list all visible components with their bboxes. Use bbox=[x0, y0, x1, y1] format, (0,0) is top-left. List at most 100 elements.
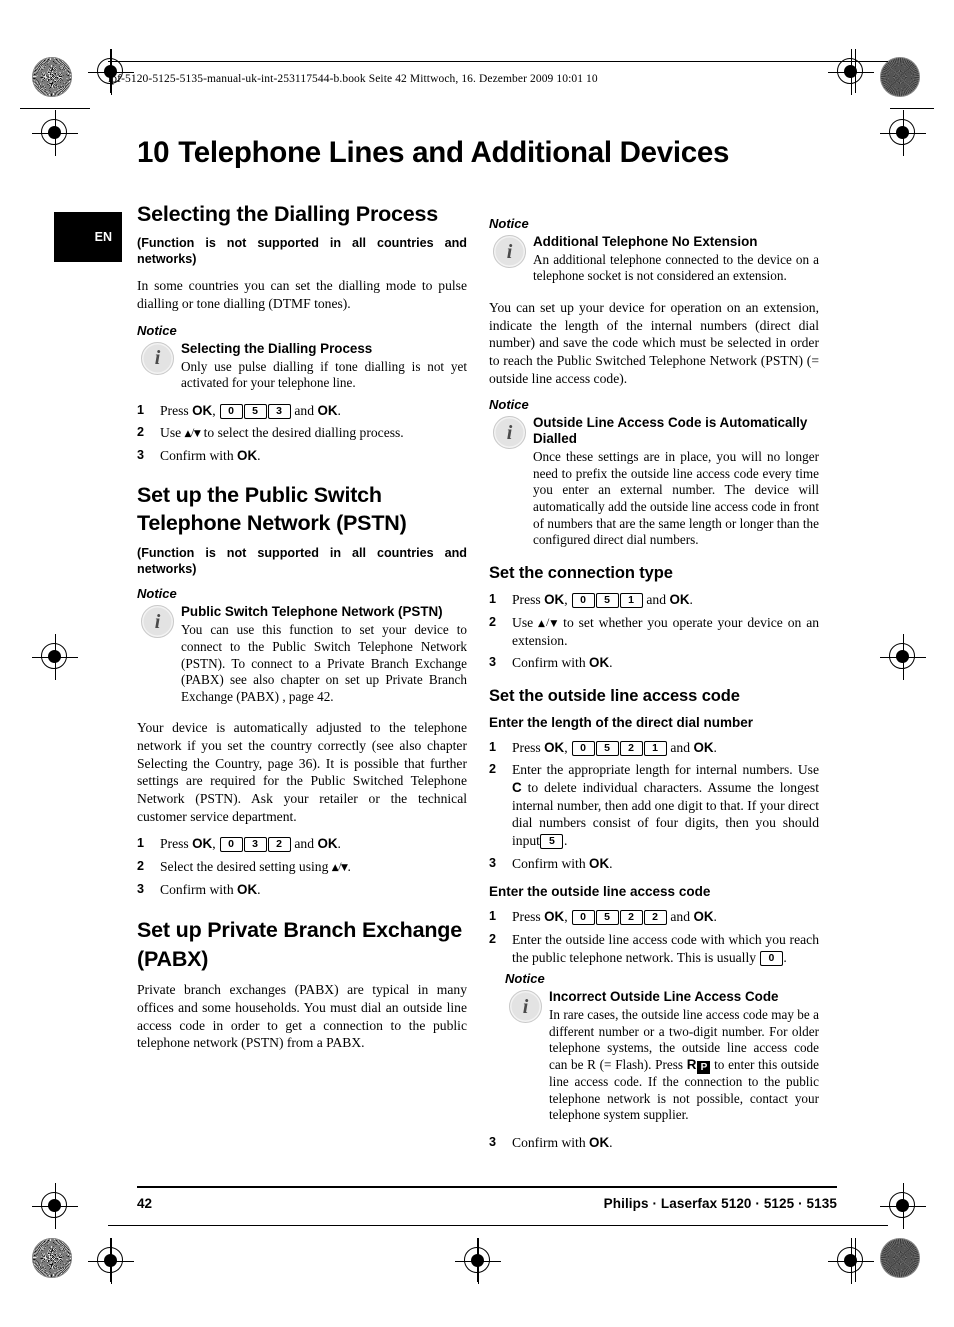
step-number: 3 bbox=[137, 448, 145, 463]
notice-title: Selecting the Dialling Process bbox=[181, 340, 373, 356]
keycap: 5 bbox=[595, 910, 619, 926]
footer-brand: Philips · Laserfax 5120 · 5125 · 5135 bbox=[603, 1196, 837, 1211]
steps-enter-outside-line-access-code: 1 Press OK, 0522 and OK. 2 Enter the outsi… bbox=[489, 908, 819, 966]
ok-key-label: OK bbox=[544, 739, 565, 755]
keycap: 0 bbox=[219, 403, 243, 419]
steps-setup-pstn: 1 Press OK, 032 and OK. 2 Select the desir… bbox=[137, 835, 467, 898]
step-text: Enter the appropriate length for interna… bbox=[512, 762, 819, 778]
step-text: Press bbox=[160, 836, 193, 852]
document-page: lpf-5120-5125-5135-manual-uk-int-2531175… bbox=[0, 0, 954, 1327]
notice-label: Notice bbox=[137, 586, 177, 602]
ok-key-label: OK bbox=[589, 655, 610, 671]
step-text: Confirm with bbox=[160, 448, 238, 464]
notice-label: Notice bbox=[489, 216, 529, 231]
notice-label: Notice bbox=[505, 971, 545, 987]
ok-key-label: OK bbox=[669, 592, 690, 608]
step-text: Press bbox=[512, 739, 545, 755]
step-number: 1 bbox=[489, 592, 497, 607]
heading-enter-outside-line-access-code: Enter the outside line access code bbox=[489, 884, 711, 900]
language-tab: EN bbox=[54, 212, 122, 262]
body-device-auto-adjust: Your device is automatically adjusted to… bbox=[137, 720, 467, 824]
registration-mark-left-upper bbox=[32, 110, 78, 156]
intro-dialling-mode: In some countries you can set the dialli… bbox=[137, 278, 467, 312]
step-number: 1 bbox=[137, 836, 145, 851]
ok-key-label: OK bbox=[192, 836, 213, 852]
step-text: to set whether you operate your device o… bbox=[512, 615, 820, 648]
registration-mark-right-middle bbox=[880, 634, 926, 680]
notice-additional-telephone-no-extension: Notice i Additional Telephone No Extensi… bbox=[489, 216, 819, 285]
step-number: 2 bbox=[489, 931, 497, 946]
step-number: 1 bbox=[489, 909, 497, 924]
registration-star-top-left bbox=[32, 57, 72, 97]
step-item: 2 Use ▲/▼ to set whether you operate your… bbox=[489, 614, 819, 649]
heading-selecting-dialling-process: Selecting the Dialling Process bbox=[137, 202, 439, 226]
notice-text: An additional telephone connected to the… bbox=[533, 251, 819, 284]
step-item: 3 Confirm with OK. bbox=[137, 447, 467, 465]
steps-set-connection-type: 1 Press OK, 051 and OK. 2 Use ▲/▼ to set w… bbox=[489, 591, 819, 672]
info-icon: i bbox=[141, 605, 174, 639]
step-item: 2 Use ▲/▼ to select the desired dialling … bbox=[137, 424, 467, 442]
step-text: Confirm with bbox=[512, 855, 590, 871]
print-slug: lpf-5120-5125-5135-manual-uk-int-2531175… bbox=[108, 73, 598, 85]
step-item: 1 Press OK, 0522 and OK. bbox=[489, 908, 819, 926]
steps-confirm-outside-line-access-code: 3 Confirm with OK. bbox=[489, 1134, 819, 1152]
step-text: . bbox=[337, 836, 341, 852]
keycap: 2 bbox=[619, 910, 643, 926]
notice-label: Notice bbox=[489, 397, 529, 413]
trim-line-top bbox=[108, 61, 888, 63]
body-extension-setup: You can set up your device for operation… bbox=[489, 300, 819, 386]
step-text: and bbox=[667, 739, 694, 755]
step-number: 3 bbox=[489, 655, 497, 670]
step-text: . bbox=[689, 592, 693, 608]
step-text: , bbox=[564, 739, 571, 755]
step-text: . bbox=[713, 909, 717, 925]
trim-line-left-upper bbox=[20, 108, 90, 110]
notice-text: In rare cases, the outside line access c… bbox=[549, 1007, 819, 1124]
steps-enter-length-direct-dial: 1 Press OK, 0521 and OK. 2 Enter the appro… bbox=[489, 739, 819, 873]
notice-outside-line-access-code-auto: Notice i Outside Line Access Code is Aut… bbox=[489, 397, 819, 548]
step-text: Confirm with bbox=[512, 655, 590, 671]
info-icon: i bbox=[493, 235, 526, 268]
ok-key-label: OK bbox=[544, 909, 565, 925]
step-text: Confirm with bbox=[512, 1134, 590, 1150]
up-down-arrows-icon: ▲/▼ bbox=[331, 859, 348, 874]
note-function-not-supported-2: (Function is not supported in all countr… bbox=[137, 545, 467, 576]
step-number: 2 bbox=[489, 762, 497, 777]
registration-mark-right-lower bbox=[880, 1183, 926, 1229]
registration-star-bottom-right bbox=[880, 1238, 920, 1278]
registration-star-top-right bbox=[880, 57, 920, 97]
notice-public-switch-telephone-network: Notice i Public Switch Telephone Network… bbox=[137, 586, 467, 705]
heading-setup-pstn: Set up the Public Switch Telephone Netwo… bbox=[137, 482, 407, 536]
step-number: 1 bbox=[489, 739, 497, 754]
keycap: 1 bbox=[643, 740, 667, 756]
step-text: Press bbox=[512, 909, 545, 925]
step-item: 1 Press OK, 051 and OK. bbox=[489, 591, 819, 609]
step-number: 2 bbox=[137, 425, 145, 440]
ok-key-label: OK bbox=[237, 448, 258, 464]
page-title: 10 Telephone Lines and Additional Devices bbox=[137, 137, 837, 169]
keycap: 2 bbox=[619, 740, 643, 756]
ok-key-label: OK bbox=[237, 881, 258, 897]
info-icon: i bbox=[493, 416, 526, 450]
keycap: 3 bbox=[243, 837, 267, 853]
step-item: 3 Confirm with OK. bbox=[489, 855, 819, 873]
step-text: and bbox=[643, 592, 670, 608]
step-text: and bbox=[667, 909, 694, 925]
note-function-not-supported-1: (Function is not supported in all countr… bbox=[137, 236, 467, 267]
up-down-arrows-icon: ▲/▼ bbox=[184, 425, 201, 440]
keycap: 0 bbox=[571, 910, 595, 926]
step-number: 3 bbox=[137, 881, 145, 896]
body-pabx-description: Private branch exchanges (PABX) are typi… bbox=[137, 982, 467, 1051]
footer-page-number: 42 bbox=[137, 1196, 153, 1211]
ok-key-label: OK bbox=[693, 739, 714, 755]
step-text: and bbox=[291, 836, 318, 852]
ok-key-label: OK bbox=[589, 1134, 610, 1150]
notice-title: Incorrect Outside Line Access Code bbox=[549, 989, 779, 1005]
step-text: Use bbox=[512, 615, 539, 631]
notice-title: Outside Line Access Code is Automaticall… bbox=[533, 415, 808, 447]
notice-incorrect-outside-line-access-code: Notice i Incorrect Outside Line Access C… bbox=[505, 971, 819, 1124]
notice-text: Only use pulse dialling if tone dialling… bbox=[181, 358, 467, 391]
notice-selecting-dialling-process: Notice i Selecting the Dialling Process … bbox=[137, 323, 467, 392]
step-number: 3 bbox=[489, 855, 497, 870]
trim-line-top-right-vert bbox=[855, 49, 857, 93]
